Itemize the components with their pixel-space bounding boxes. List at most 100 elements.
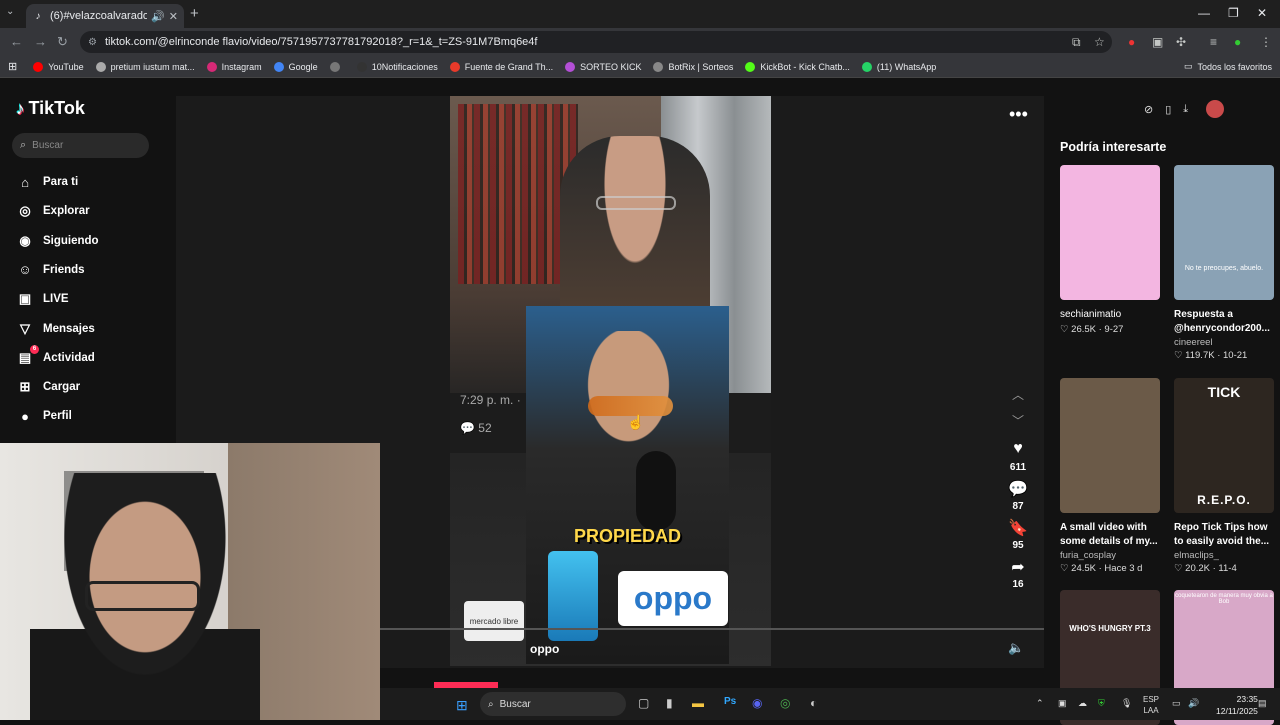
- card-description[interactable]: A small video with some details of my...: [1060, 521, 1160, 549]
- profile-avatar-icon[interactable]: ●: [1234, 35, 1241, 49]
- nav-label: Cargar: [43, 381, 81, 394]
- apps-grid-icon[interactable]: ⊞: [8, 60, 17, 73]
- notifications-icon[interactable]: ▤: [1258, 698, 1267, 709]
- bookmark-item[interactable]: YouTube: [33, 61, 84, 72]
- share-action[interactable]: ➦ 16: [1003, 557, 1033, 590]
- taskbar-search[interactable]: ⌕ Buscar: [480, 692, 626, 716]
- nav-item-perfil[interactable]: ● Perfil: [16, 407, 72, 425]
- tab-list-icon[interactable]: ⌄: [6, 6, 14, 17]
- chevron-down-icon[interactable]: ﹀: [1012, 412, 1024, 429]
- nav-item-explorar[interactable]: ◎ Explorar: [16, 202, 89, 220]
- bookmark-item[interactable]: Google: [273, 61, 318, 72]
- tray-app-icon[interactable]: ▣: [1058, 698, 1067, 709]
- bookmark-item[interactable]: SORTEO KICK: [565, 61, 641, 72]
- tray-chevron-icon[interactable]: ⌃: [1036, 698, 1044, 709]
- windows-start-icon[interactable]: ⊞: [456, 697, 468, 714]
- language-indicator[interactable]: ESP LAA: [1143, 694, 1159, 716]
- speaker-icon[interactable]: 🔊: [151, 10, 165, 23]
- terminal-icon[interactable]: ▮: [666, 696, 673, 710]
- card-description[interactable]: Repo Tick Tips how to easily avoid the..…: [1174, 521, 1274, 549]
- save-action[interactable]: 🔖 95: [1003, 518, 1033, 551]
- nav-item-siguiendo[interactable]: ◉ Siguiendo: [16, 232, 98, 250]
- oppo-small-logo: oppo: [530, 642, 560, 656]
- nav-item-actividad[interactable]: ▤ 6 Actividad: [16, 344, 95, 367]
- bookmark-item[interactable]: (11) WhatsApp: [861, 61, 936, 72]
- chevron-up-icon[interactable]: ︿: [1012, 386, 1024, 403]
- card-username[interactable]: cineereel: [1174, 337, 1274, 348]
- bookmark-star-icon[interactable]: ☆: [1094, 35, 1105, 49]
- network-icon[interactable]: ▭: [1172, 698, 1181, 709]
- close-tab-icon[interactable]: ✕: [169, 10, 178, 23]
- card-thumbnail[interactable]: [1060, 165, 1160, 300]
- forward-icon[interactable]: →: [34, 34, 47, 49]
- search-input[interactable]: ⌕ Buscar: [12, 133, 149, 158]
- security-icon[interactable]: ⛨: [1098, 698, 1105, 709]
- recommend-card[interactable]: TICK R.E.P.O. Repo Tick Tips how to easily…: [1174, 378, 1274, 574]
- nav-item-live[interactable]: ▣ LIVE: [16, 290, 69, 308]
- recommend-card[interactable]: No te preocupes, abuelo. Respuesta a @hen…: [1174, 165, 1274, 361]
- like-action[interactable]: ♥ 611: [1003, 440, 1033, 473]
- device-icon[interactable]: ▯: [1165, 103, 1171, 116]
- menu-kebab-icon[interactable]: ⋮: [1260, 35, 1272, 49]
- card-thumbnail[interactable]: TICK R.E.P.O.: [1174, 378, 1274, 513]
- task-view-icon[interactable]: ▢: [638, 696, 649, 710]
- extension-icon[interactable]: ▣: [1152, 35, 1163, 49]
- bookmark-item[interactable]: KickBot - Kick Chatb...: [745, 61, 850, 72]
- browser-tab[interactable]: ♪ (6)#velazcoalvarado #peru 🔊 ✕: [26, 4, 184, 28]
- clock[interactable]: 23:35 12/11/2025: [1216, 693, 1258, 717]
- discord-icon[interactable]: ◉: [752, 696, 762, 710]
- file-explorer-icon[interactable]: ▬: [692, 696, 704, 710]
- thumb-text: WHO'S HUNGRY PT.3: [1069, 624, 1151, 633]
- card-username[interactable]: sechianimatio: [1060, 308, 1160, 322]
- nav-item-mensajes[interactable]: ▽ Mensajes: [16, 320, 95, 338]
- chrome-icon[interactable]: ◎: [780, 696, 790, 710]
- card-thumbnail[interactable]: No te preocupes, abuelo.: [1174, 165, 1274, 300]
- puzzle-icon[interactable]: ✣: [1176, 35, 1186, 49]
- speaker-tray-icon[interactable]: 🔊: [1188, 698, 1199, 709]
- onedrive-icon[interactable]: ☁: [1078, 698, 1087, 709]
- nav-item-para-ti[interactable]: ⌂ Para ti: [16, 173, 78, 191]
- comment-action[interactable]: 💬 87: [1003, 479, 1033, 512]
- volume-icon[interactable]: 🔈: [1008, 640, 1024, 656]
- new-tab-button[interactable]: +: [190, 5, 199, 22]
- back-icon[interactable]: ←: [10, 34, 23, 49]
- mic-icon[interactable]: 🎙: [1121, 698, 1132, 709]
- nav-item-friends[interactable]: ☺ Friends: [16, 261, 84, 279]
- extension-red-icon[interactable]: ●: [1128, 35, 1135, 49]
- bookmark-label: BotRix | Sorteos: [668, 61, 734, 72]
- card-thumbnail[interactable]: [1060, 378, 1160, 513]
- recommend-card[interactable]: A small video with some details of my...…: [1060, 378, 1160, 574]
- bookmark-item[interactable]: BotRix | Sorteos: [653, 61, 734, 72]
- photoshop-icon[interactable]: Ps: [724, 696, 736, 707]
- user-avatar[interactable]: [1206, 100, 1225, 118]
- recommend-card[interactable]: sechianimatio ♡ 26.5K · 9-27: [1060, 165, 1160, 335]
- install-icon[interactable]: ⧉: [1072, 35, 1081, 50]
- site-info-icon[interactable]: ⚙: [88, 37, 97, 48]
- download-icon[interactable]: ⤓: [1183, 103, 1188, 116]
- progress-bar[interactable]: [380, 628, 1044, 630]
- bookmark-label: Instagram: [221, 61, 262, 72]
- bookmark-icon: 🔖: [1008, 520, 1028, 537]
- minimize-icon[interactable]: —: [1198, 6, 1210, 20]
- bookmark-item[interactable]: pretium iustum mat...: [95, 61, 195, 72]
- all-favorites[interactable]: ▭ Todos los favoritos: [1184, 61, 1272, 72]
- bookmark-item[interactable]: Fuente de Grand Th...: [449, 61, 553, 72]
- coin-icon[interactable]: ⊘: [1144, 103, 1153, 116]
- address-bar[interactable]: ⚙ tiktok.com/@elrinconde flavio/video/75…: [80, 31, 1112, 53]
- bookmark-item[interactable]: 10Notificaciones: [356, 61, 438, 72]
- reload-icon[interactable]: ↻: [57, 34, 68, 50]
- video-frame[interactable]: 7:29 p. m. · 💬 52 mercado libre PROPIEDA…: [450, 96, 771, 666]
- card-username[interactable]: furia_cosplay: [1060, 550, 1160, 561]
- more-options-icon[interactable]: •••: [1009, 104, 1028, 125]
- card-username[interactable]: elmaclips_: [1174, 550, 1274, 561]
- bookmark-item[interactable]: Instagram: [206, 61, 262, 72]
- nav-item-cargar[interactable]: ⊞ Cargar: [16, 378, 81, 396]
- tiktok-logo[interactable]: ♪ TikTok: [16, 98, 85, 119]
- restore-icon[interactable]: ❐: [1228, 6, 1239, 20]
- hand-cursor-icon: ☝: [627, 414, 645, 430]
- media-icon[interactable]: ≡: [1210, 35, 1217, 49]
- steam-icon[interactable]: ◐: [810, 696, 817, 710]
- card-description[interactable]: Respuesta a @henrycondor200...: [1174, 308, 1274, 336]
- close-window-icon[interactable]: ✕: [1257, 6, 1267, 20]
- bookmark-item[interactable]: [329, 61, 345, 72]
